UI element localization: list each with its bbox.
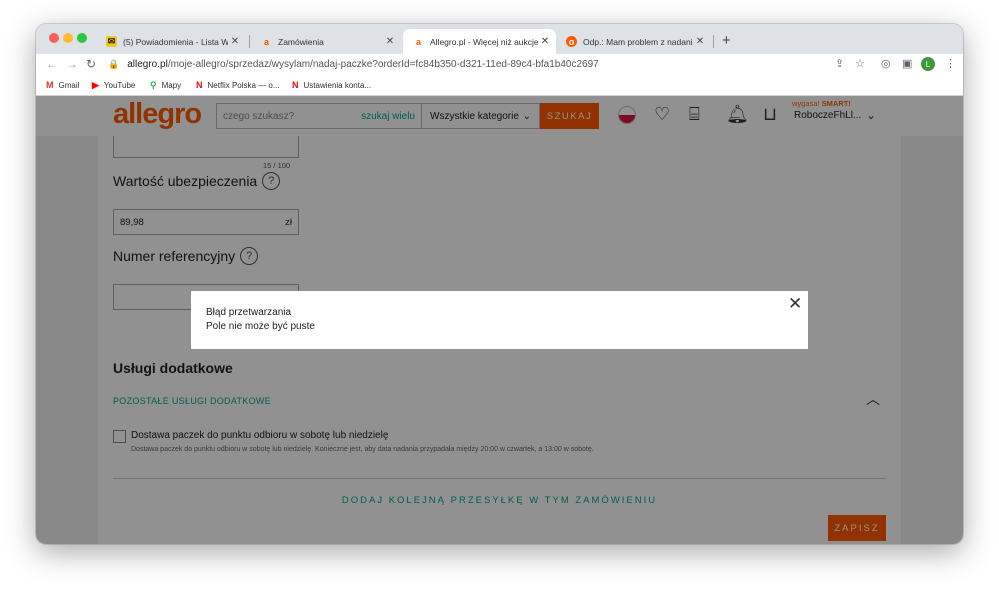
youtube-icon: ▶	[92, 80, 99, 90]
close-tab-icon[interactable]: ✕	[383, 36, 397, 47]
profile-avatar[interactable]: L	[921, 57, 935, 71]
close-window-button[interactable]	[49, 33, 59, 43]
bookmarks-bar: M Gmail ▶ YouTube ⚲ Mapy N Netflix Polska — …	[36, 76, 963, 96]
envelope-icon: ✉	[106, 36, 117, 47]
back-icon[interactable]: ←	[46, 57, 58, 71]
map-pin-icon: ⚲	[150, 80, 157, 90]
tab-powiadomienia[interactable]: ✉ (5) Powiadomienia - Lista Wiadomości ✕	[96, 29, 246, 54]
error-title: Błąd przetwarzania	[206, 307, 292, 318]
bookmark-star-icon[interactable]: ☆	[855, 57, 865, 70]
allegro-icon: a	[263, 36, 269, 47]
bookmark-youtube[interactable]: ▶ YouTube	[92, 80, 135, 91]
close-tab-icon[interactable]: ✕	[693, 36, 707, 47]
lock-icon: 🔒	[108, 58, 120, 69]
url-host: allegro.pl	[127, 58, 168, 70]
close-icon[interactable]: ✕	[788, 294, 802, 314]
netflix-icon: N	[196, 80, 203, 90]
error-dialog: Błąd przetwarzania Pole nie może być pus…	[191, 291, 808, 349]
address-bar[interactable]: 🔒 allegro.pl/moje-allegro/sprzedaz/wysyl…	[108, 54, 868, 74]
close-tab-icon[interactable]: ✕	[538, 36, 552, 47]
side-panel-icon[interactable]: ▣	[902, 57, 912, 70]
netflix-icon: N	[292, 80, 299, 90]
zoom-window-button[interactable]	[77, 33, 87, 43]
bookmark-netflix[interactable]: N Netflix Polska — o...	[196, 80, 280, 90]
mail-icon: o	[566, 36, 577, 47]
extension-icon[interactable]: ◎	[881, 57, 891, 70]
bookmark-mapy[interactable]: ⚲ Mapy	[150, 80, 181, 91]
minimize-window-button[interactable]	[63, 33, 73, 43]
allegro-icon: a	[415, 36, 421, 47]
reload-icon[interactable]: ↻	[86, 57, 96, 71]
tab-strip: ✉ (5) Powiadomienia - Lista Wiadomości ✕…	[36, 24, 963, 54]
tab-allegro-active[interactable]: a Allegro.pl - Więcej niż aukcje. Najl ✕	[403, 29, 556, 54]
browser-window: ✉ (5) Powiadomienia - Lista Wiadomości ✕…	[36, 24, 963, 544]
bookmark-ustawienia[interactable]: N Ustawienia konta...	[292, 80, 371, 90]
tab-zamowienia[interactable]: a Zamówienia ✕	[251, 29, 401, 54]
new-tab-button[interactable]: +	[722, 32, 731, 49]
close-tab-icon[interactable]: ✕	[228, 36, 242, 47]
menu-icon[interactable]: ⋮	[945, 57, 956, 70]
browser-toolbar: ← → ↻ 🔒 allegro.pl/moje-allegro/sprzedaz…	[36, 54, 963, 76]
forward-icon[interactable]: →	[66, 57, 78, 71]
tab-separator	[713, 35, 714, 48]
page: allegro czego szukasz? szukaj wielu Wszy…	[36, 96, 963, 544]
share-icon[interactable]: ⇪	[835, 57, 844, 70]
tab-odp[interactable]: o Odp.: Mam problem z nadaniem ✕	[556, 29, 711, 54]
url-path: /moje-allegro/sprzedaz/wysylam/nadaj-pac…	[167, 58, 599, 70]
tab-separator	[249, 35, 250, 48]
error-message: Pole nie może być puste	[206, 321, 315, 332]
bookmark-gmail[interactable]: M Gmail	[46, 80, 79, 90]
gmail-icon: M	[46, 80, 54, 90]
